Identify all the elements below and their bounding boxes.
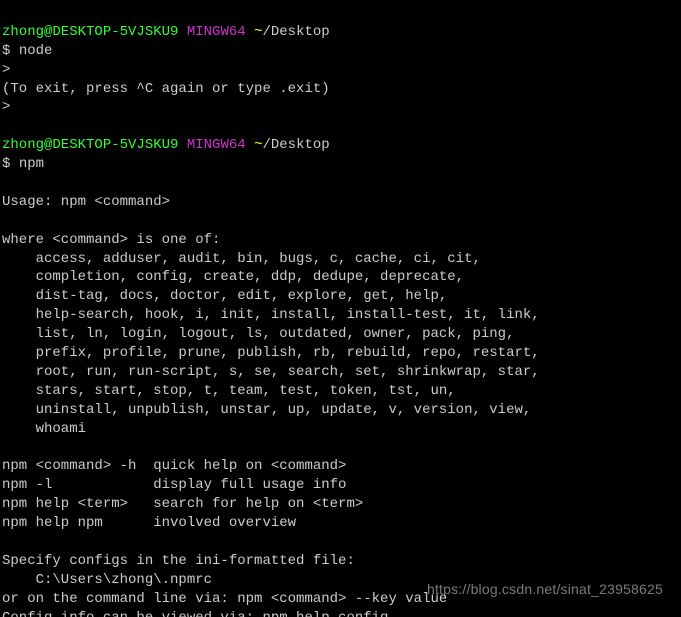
cmd-node: node xyxy=(19,43,53,59)
terminal[interactable]: zhong@DESKTOP-5VJSKU9 MINGW64 ~/Desktop … xyxy=(0,0,681,617)
cmd-npm: npm xyxy=(19,156,44,172)
prompt-user: zhong@DESKTOP-5VJSKU9 xyxy=(2,137,178,153)
prompt-path: /Desktop xyxy=(262,137,329,153)
npm-cmd-list: root, run, run-script, s, se, search, se… xyxy=(2,364,540,380)
npm-help-line: npm help npm involved overview xyxy=(2,515,296,531)
prompt-path: /Desktop xyxy=(262,24,329,40)
npm-config-line: Config info can be viewed via: npm help … xyxy=(2,610,388,617)
npm-cmd-list: access, adduser, audit, bin, bugs, c, ca… xyxy=(2,251,481,267)
prompt-sigil: $ xyxy=(2,156,19,172)
npm-cmd-list: list, ln, login, logout, ls, outdated, o… xyxy=(2,326,514,342)
npm-config-path: C:\Users\zhong\.npmrc xyxy=(2,572,212,588)
npm-cmd-list: whoami xyxy=(2,421,86,437)
node-repl-line: > xyxy=(2,62,10,78)
npm-help-line: npm <command> -h quick help on <command> xyxy=(2,458,346,474)
npm-usage: Usage: npm <command> xyxy=(2,194,170,210)
node-repl-line: > xyxy=(2,99,10,115)
prompt-user: zhong@DESKTOP-5VJSKU9 xyxy=(2,24,178,40)
npm-help-line: npm help <term> search for help on <term… xyxy=(2,496,363,512)
npm-help-line: npm -l display full usage info xyxy=(2,477,346,493)
npm-cmd-list: uninstall, unpublish, unstar, up, update… xyxy=(2,402,531,418)
prompt-env: MINGW64 xyxy=(187,137,246,153)
npm-cmd-list: help-search, hook, i, init, install, ins… xyxy=(2,307,540,323)
prompt-sigil: $ xyxy=(2,43,19,59)
npm-cmd-list: dist-tag, docs, doctor, edit, explore, g… xyxy=(2,288,447,304)
npm-where: where <command> is one of: xyxy=(2,232,220,248)
npm-config-line: or on the command line via: npm <command… xyxy=(2,591,447,607)
npm-cmd-list: prefix, profile, prune, publish, rb, reb… xyxy=(2,345,540,361)
prompt-env: MINGW64 xyxy=(187,24,246,40)
node-exit-hint: (To exit, press ^C again or type .exit) xyxy=(2,81,330,97)
npm-cmd-list: stars, start, stop, t, team, test, token… xyxy=(2,383,456,399)
npm-cmd-list: completion, config, create, ddp, dedupe,… xyxy=(2,269,464,285)
watermark: https://blog.csdn.net/sinat_23958625 xyxy=(427,580,663,599)
npm-config-line: Specify configs in the ini-formatted fil… xyxy=(2,553,355,569)
